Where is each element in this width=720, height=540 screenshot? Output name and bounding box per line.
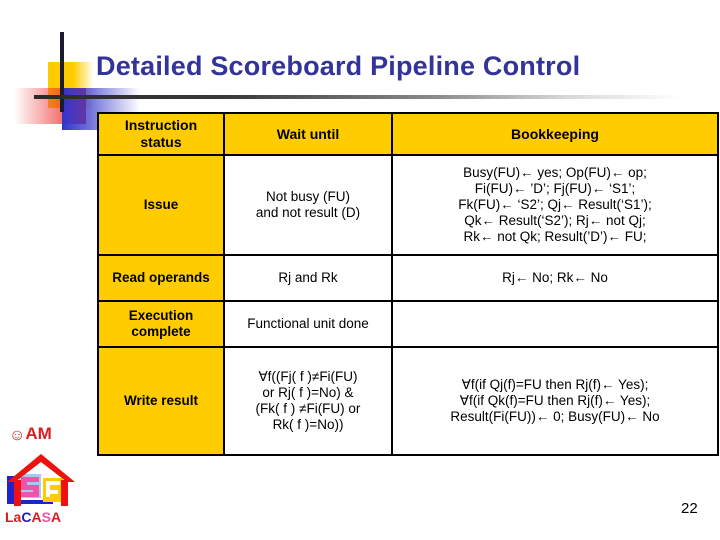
wait-until-read-operands: Rj and Rk	[223, 254, 393, 302]
bookkeeping-issue: Busy(FU)← yes; Op(FU)← op; Fi(FU)← ’D’; F…	[391, 154, 719, 256]
lacasa-a-second: A	[50, 509, 62, 525]
lacasa-house-icon	[5, 452, 81, 510]
slide-title: Detailed Scoreboard Pipeline Control	[96, 51, 581, 81]
stage-label-write-result: Write result	[97, 346, 225, 456]
smiley-face-icon: ☺	[9, 427, 26, 444]
am-logo-text: ☺AM	[9, 424, 52, 444]
wait-until-execution-complete: Functional unit done	[223, 300, 393, 348]
page-number: 22	[681, 500, 698, 517]
bookkeeping-read-operands: Rj← No; Rk← No	[391, 254, 719, 302]
table-header-row: Instruction status Wait until Bookkeepin…	[97, 112, 719, 156]
wait-until-write-result: ∀f((Fj( f )≠Fi(FU) or Rj( f )=No) & (Fk( f…	[223, 346, 393, 456]
bookkeeping-write-result: ∀f(if Qj(f)=FU then Rj(f)← Yes); ∀f(if Qk…	[391, 346, 719, 456]
bookkeeping-execution-complete	[391, 300, 719, 348]
scoreboard-pipeline-control-table: Instruction status Wait until Bookkeepin…	[97, 112, 719, 456]
red-gradient-decoration	[14, 88, 86, 124]
brand-logo-group: ☺AM LaCASA	[5, 424, 101, 536]
stage-label-issue: Issue	[97, 154, 225, 256]
stage-label-read-operands: Read operands	[97, 254, 225, 302]
am-label: AM	[25, 424, 52, 443]
lacasa-s: S	[41, 509, 51, 525]
wait-until-issue: Not busy (FU) and not result (D)	[223, 154, 393, 256]
column-header-wait-until: Wait until	[223, 112, 393, 156]
table-row: Read operands Rj and Rk Rj← No; Rk← No	[97, 254, 719, 302]
table-row: Execution complete Functional unit done	[97, 300, 719, 348]
table-row: Write result ∀f((Fj( f )≠Fi(FU) or Rj( f …	[97, 346, 719, 456]
vertical-rule-decoration	[60, 32, 64, 112]
yellow-square-decoration	[48, 62, 94, 108]
column-header-instruction-status: Instruction status	[97, 112, 225, 156]
lacasa-c: C	[21, 509, 32, 525]
column-header-bookkeeping: Bookkeeping	[391, 112, 719, 156]
lacasa-la: La	[5, 509, 22, 525]
horizontal-rule-decoration	[34, 95, 684, 99]
stage-label-execution-complete: Execution complete	[97, 300, 225, 348]
lacasa-a-first: A	[31, 509, 42, 525]
table-row: Issue Not busy (FU) and not result (D) Bu…	[97, 154, 719, 256]
lacasa-wordmark: LaCASA	[5, 510, 61, 524]
